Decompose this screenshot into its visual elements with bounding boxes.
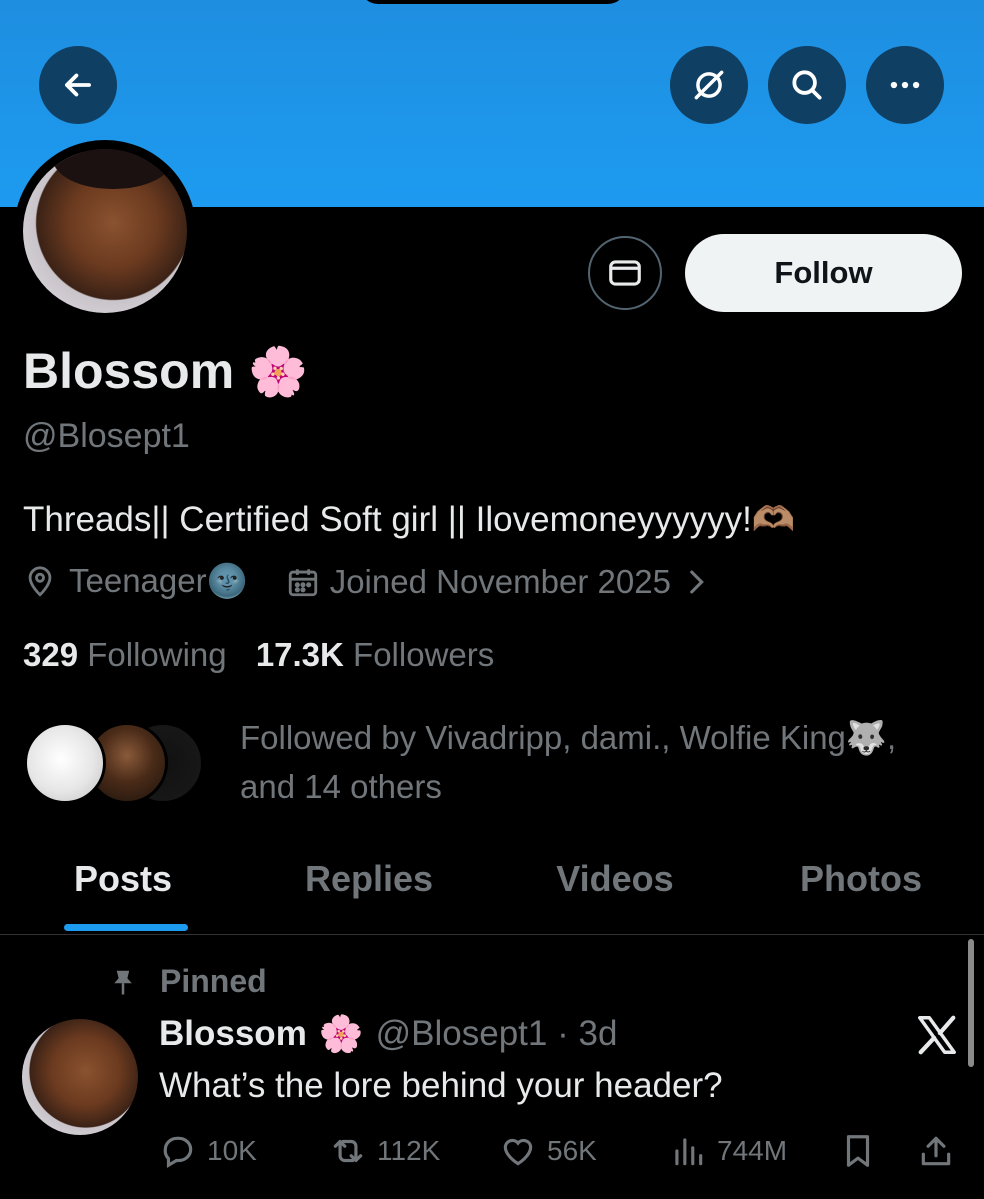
- active-tab-indicator: [64, 924, 188, 931]
- share-icon: [921, 1136, 951, 1166]
- envelope-icon: [609, 260, 641, 286]
- following-label: Following: [87, 636, 227, 673]
- views-icon: [675, 1138, 703, 1166]
- device-notch: [360, 0, 626, 4]
- joined-text[interactable]: Joined November 2025: [330, 563, 671, 601]
- post-text[interactable]: What’s the lore behind your header?: [159, 1066, 723, 1106]
- x-logo-icon: [918, 1015, 956, 1055]
- followers-count: 17.3K: [255, 636, 344, 673]
- calendar-icon: [288, 568, 317, 596]
- tab-photos-label: Photos: [800, 858, 922, 899]
- name-emoji: 🌸: [248, 345, 308, 399]
- pinned-indicator: Pinned: [108, 963, 267, 1000]
- tab-posts[interactable]: Posts: [0, 846, 246, 934]
- post-actions: 10K 112K 56K 744M: [159, 1132, 959, 1178]
- location-pin-icon: [28, 565, 52, 597]
- message-button[interactable]: [588, 236, 662, 310]
- tab-photos[interactable]: Photos: [738, 846, 984, 934]
- tab-videos-label: Videos: [556, 858, 674, 899]
- profile-bio: Threads|| Certified Soft girl || Ilovemo…: [23, 500, 796, 539]
- bookmark-button[interactable]: [839, 1132, 877, 1170]
- more-horizontal-icon: [890, 81, 920, 89]
- post-header: Blossom 🌸 @Blosept1 · 3d: [159, 1013, 617, 1055]
- mutual-avatar-1: [24, 722, 106, 804]
- post-author-emoji: 🌸: [318, 1013, 364, 1054]
- followers-link[interactable]: 17.3K Followers: [256, 636, 494, 673]
- mutual-followers-avatars[interactable]: [24, 722, 204, 812]
- location-text: Teenager🌚: [69, 562, 248, 599]
- avatar-photo: [23, 149, 187, 313]
- followed-by-text[interactable]: Followed by Vivadripp, dami., Wolfie Kin…: [240, 713, 960, 811]
- chevron-right-icon[interactable]: [679, 565, 713, 599]
- following-count: 329: [23, 636, 79, 673]
- like-button[interactable]: 56K: [499, 1132, 597, 1170]
- follow-button[interactable]: Follow: [685, 234, 962, 312]
- tab-replies-label: Replies: [304, 858, 434, 899]
- tab-videos[interactable]: Videos: [492, 846, 738, 934]
- profile-avatar[interactable]: [14, 140, 196, 322]
- post-handle-time[interactable]: @Blosept1 · 3d: [376, 1014, 618, 1054]
- profile-name: Blossom 🌸: [23, 342, 308, 400]
- pin-icon: [114, 970, 132, 994]
- followed-by-line1: Followed by Vivadripp, dami., Wolfie Kin…: [240, 719, 897, 756]
- like-count: 56K: [547, 1135, 597, 1166]
- arrow-left-icon: [65, 73, 91, 97]
- search-button[interactable]: [768, 46, 846, 124]
- repost-button[interactable]: 112K: [329, 1132, 440, 1170]
- following-link[interactable]: 329 Following: [23, 636, 227, 673]
- followers-label: Followers: [353, 636, 495, 673]
- tab-posts-label: Posts: [73, 858, 173, 899]
- repost-count: 112K: [377, 1135, 441, 1166]
- repost-icon: [333, 1139, 363, 1163]
- profile-meta: Teenager🌚 Joined November 2025: [23, 562, 713, 601]
- reply-icon: [163, 1136, 193, 1169]
- grok-icon: [694, 70, 724, 100]
- more-button[interactable]: [866, 46, 944, 124]
- bookmark-icon: [846, 1135, 870, 1167]
- grok-button[interactable]: [670, 46, 748, 124]
- reply-count: 10K: [207, 1135, 257, 1166]
- followed-by-line2: and 14 others: [240, 768, 442, 805]
- post-author-name[interactable]: Blossom: [159, 1014, 307, 1054]
- profile-tabs: Posts Replies Videos Photos: [0, 846, 984, 935]
- profile-handle: @Blosept1: [23, 417, 190, 455]
- views-count: 744M: [717, 1135, 788, 1166]
- reply-button[interactable]: 10K: [159, 1132, 257, 1170]
- share-button[interactable]: [917, 1132, 955, 1170]
- back-button[interactable]: [39, 46, 117, 124]
- post-author-avatar[interactable]: [22, 1019, 138, 1135]
- heart-icon: [503, 1138, 533, 1166]
- search-icon: [792, 70, 822, 100]
- display-name-text: Blossom: [23, 343, 235, 399]
- views-button[interactable]: 744M: [669, 1132, 787, 1170]
- tab-replies[interactable]: Replies: [246, 846, 492, 934]
- follow-stats: 329 Following 17.3K Followers: [23, 636, 494, 674]
- pinned-label: Pinned: [160, 963, 267, 999]
- scrollbar[interactable]: [968, 939, 974, 1067]
